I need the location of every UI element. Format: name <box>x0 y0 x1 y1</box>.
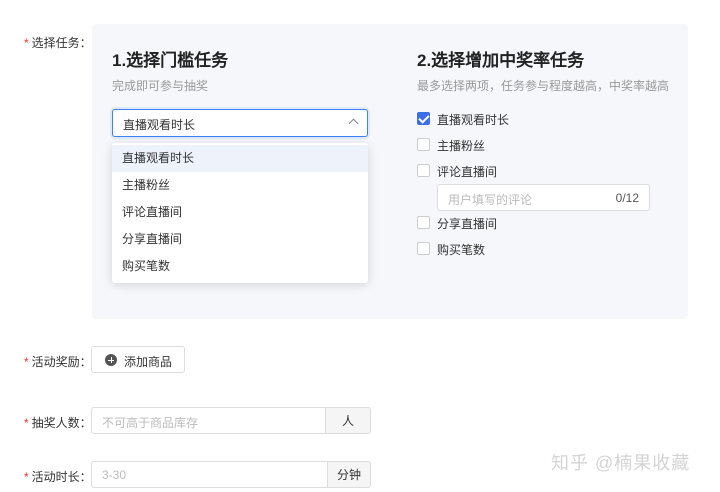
dropdown-option-follower[interactable]: 主播粉丝 <box>112 172 368 199</box>
add-product-button[interactable]: 添加商品 <box>91 346 185 373</box>
winners-placeholder: 不可高于商品库存 <box>102 416 199 430</box>
plus-circle-icon <box>105 354 117 366</box>
checkbox-icon[interactable] <box>417 216 430 229</box>
winners-input[interactable]: 不可高于商品库存 <box>91 407 326 434</box>
threshold-select[interactable]: 直播观看时长 <box>112 109 368 137</box>
bonus-option-label: 购买笔数 <box>437 243 486 257</box>
duration-unit: 分钟 <box>328 461 371 488</box>
checkbox-icon[interactable] <box>417 242 430 255</box>
task-label: * 选择任务： <box>24 36 92 50</box>
threshold-select-value: 直播观看时长 <box>123 118 196 132</box>
bonus-option-label: 分享直播间 <box>437 217 498 231</box>
threshold-subtitle: 完成即可参与抽奖 <box>112 79 209 93</box>
checkbox-checked-icon[interactable] <box>417 112 430 125</box>
dropdown-option-purchase[interactable]: 购买笔数 <box>112 253 368 280</box>
dropdown-option-watch-time[interactable]: 直播观看时长 <box>112 145 368 172</box>
checkbox-icon[interactable] <box>417 138 430 151</box>
threshold-title: 1.选择门槛任务 <box>112 51 229 70</box>
bonus-subtitle: 最多选择两项，任务参与程度越高，中奖率越高 <box>417 79 670 93</box>
chevron-up-icon <box>348 118 359 129</box>
duration-placeholder: 3-30 <box>102 468 127 482</box>
dropdown-option-comment[interactable]: 评论直播间 <box>112 199 368 226</box>
watermark: 知乎 @楠果收藏 <box>551 453 691 473</box>
duration-input[interactable]: 3-30 <box>91 461 328 488</box>
reward-label: * 活动奖励： <box>24 355 92 369</box>
threshold-dropdown: 直播观看时长 主播粉丝 评论直播间 分享直播间 购买笔数 <box>112 143 368 283</box>
winners-label: * 抽奖人数： <box>24 416 92 430</box>
checkbox-icon[interactable] <box>417 164 430 177</box>
bonus-option-label: 直播观看时长 <box>437 113 510 127</box>
bonus-title: 2.选择增加中奖率任务 <box>417 51 585 70</box>
dropdown-option-share[interactable]: 分享直播间 <box>112 226 368 253</box>
comment-placeholder: 用户填写的评论 <box>448 193 533 207</box>
bonus-option-label: 主播粉丝 <box>437 139 486 153</box>
comment-input[interactable]: 用户填写的评论 0/12 <box>437 184 650 211</box>
bonus-option-label: 评论直播间 <box>437 165 498 179</box>
add-product-label: 添加商品 <box>124 355 173 369</box>
winners-unit: 人 <box>326 407 371 434</box>
duration-label: * 活动时长： <box>24 470 92 484</box>
comment-char-count: 0/12 <box>615 191 639 205</box>
